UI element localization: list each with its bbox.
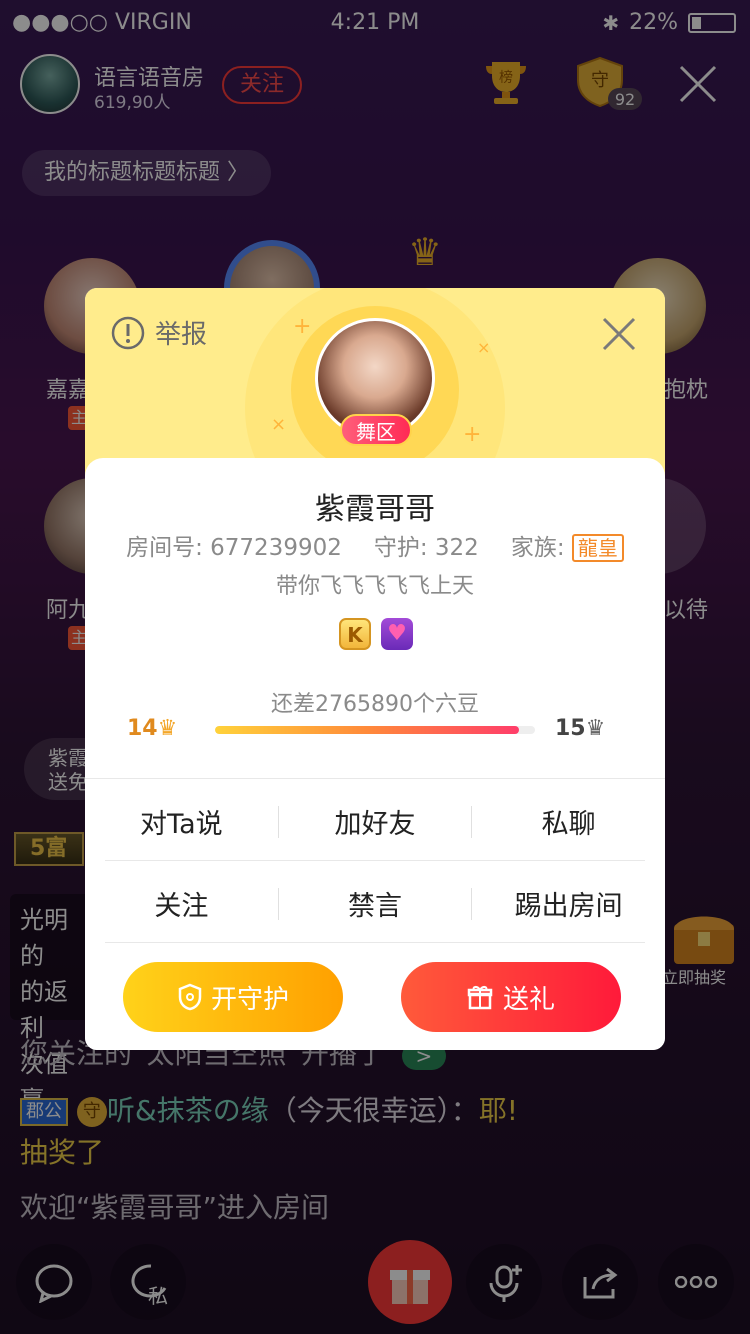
report-label: 举报 <box>155 320 208 350</box>
dance-zone-badge: 舞区 <box>340 414 412 446</box>
family-tag[interactable]: 龍皇 <box>571 534 624 562</box>
family-info: 家族: 龍皇 <box>511 528 624 562</box>
sparkle-icon: × <box>477 338 491 357</box>
current-level: 14♛ <box>127 716 178 741</box>
sparkle-icon: + <box>463 422 482 447</box>
divider <box>105 942 645 943</box>
family-label: 家族: <box>510 535 565 561</box>
crown-icon: ♛ <box>585 716 606 741</box>
say-to-ta-button[interactable]: 对Ta说 <box>85 802 278 841</box>
open-guard-button[interactable]: 开守护 <box>123 962 343 1032</box>
heart-badge-icon: ♥ <box>381 618 413 650</box>
alert-icon <box>111 316 145 349</box>
user-info-line: 房间号: 677239902 守护: 322 家族: 龍皇 <box>85 528 665 562</box>
level-remaining: 还差2765890个六豆 <box>271 692 479 717</box>
divider <box>85 778 665 779</box>
open-guard-label: 开守护 <box>210 984 289 1015</box>
guard-count-text: 守护: 322 <box>373 535 479 561</box>
follow-user-button[interactable]: 关注 <box>85 884 278 923</box>
user-nickname: 紫霞哥哥 <box>315 492 435 527</box>
action-row: 关注 禁言 踢出房间 <box>85 884 665 923</box>
kick-out-button[interactable]: 踢出房间 <box>472 884 665 923</box>
send-gift-label: 送礼 <box>502 984 555 1015</box>
room-number: 房间号: 677239902 <box>126 535 342 561</box>
send-gift-button[interactable]: 送礼 <box>401 962 621 1032</box>
shield-icon <box>178 983 202 1011</box>
gift-icon <box>467 986 493 1010</box>
sparkle-icon: × <box>271 414 287 435</box>
mute-button[interactable]: 禁言 <box>279 884 472 923</box>
next-level: 15♛ <box>555 716 606 741</box>
level-progress-bar <box>215 726 535 734</box>
crown-icon: ♛ <box>157 716 178 741</box>
sparkle-icon: + <box>293 314 312 339</box>
report-button[interactable]: 举报 <box>111 314 207 351</box>
user-profile-card: + + × × 举报 舞区 紫霞哥哥 房间号: 677239902 守护: 32… <box>85 288 665 1050</box>
divider <box>105 860 645 861</box>
k-badge-icon: K <box>339 618 371 650</box>
close-card-icon[interactable] <box>599 314 639 354</box>
action-row: 对Ta说 加好友 私聊 <box>85 802 665 841</box>
user-slogan: 带你飞飞飞飞飞上天 <box>275 574 474 599</box>
level-progress-fill <box>215 726 519 734</box>
add-friend-button[interactable]: 加好友 <box>279 802 472 841</box>
private-message-button[interactable]: 私聊 <box>472 802 665 841</box>
